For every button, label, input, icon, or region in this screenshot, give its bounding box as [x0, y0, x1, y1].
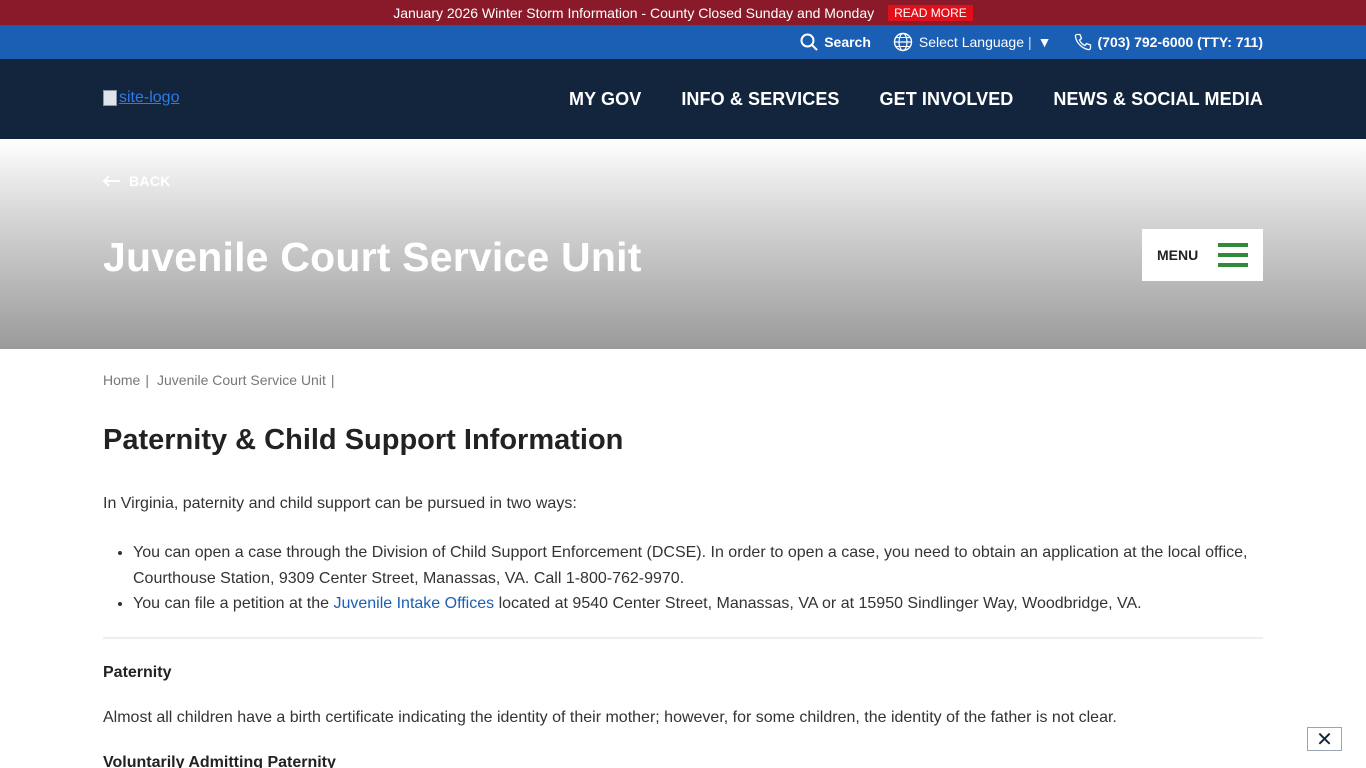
juvenile-intake-offices-link[interactable]: Juvenile Intake Offices: [333, 595, 494, 612]
ways-list: You can open a case through the Division…: [133, 540, 1263, 617]
nav-news-social-media[interactable]: NEWS & SOCIAL MEDIA: [1053, 89, 1263, 110]
page-title: Paternity & Child Support Information: [103, 424, 624, 456]
breadcrumb-separator: |: [330, 372, 335, 388]
menu-label: MENU: [1157, 247, 1199, 263]
alert-text: January 2026 Winter Storm Information - …: [393, 4, 875, 21]
language-label: Select Language: [918, 34, 1024, 50]
list-item: You can open a case through the Division…: [133, 540, 1263, 591]
utility-bar: Search Select Language | ▼ (703) 792-600…: [0, 25, 1366, 59]
chevron-down-icon: ▼: [1037, 34, 1052, 50]
back-button[interactable]: BACK: [103, 173, 171, 189]
nav-get-involved[interactable]: GET INVOLVED: [880, 89, 1014, 110]
nav-info-services[interactable]: INFO & SERVICES: [681, 89, 839, 110]
phone-number: (703) 792-6000 (TTY: 711): [1097, 34, 1264, 50]
language-select[interactable]: Select Language | ▼: [893, 32, 1052, 52]
phone-icon: [1074, 33, 1091, 51]
breadcrumb-separator: |: [145, 372, 149, 388]
nav-my-gov[interactable]: MY GOV: [569, 89, 641, 110]
main-nav: site-logo MY GOV INFO & SERVICES GET INV…: [0, 59, 1366, 139]
search-label: Search: [824, 34, 871, 50]
breadcrumb-juvenile-court[interactable]: Juvenile Court Service Unit: [157, 372, 326, 388]
list-item: You can file a petition at the Juvenile …: [133, 591, 1263, 617]
language-separator: |: [1028, 34, 1032, 50]
paternity-heading: Paternity: [103, 663, 172, 681]
paternity-paragraph: Almost all children have a birth certifi…: [103, 708, 1117, 726]
alert-bar: January 2026 Winter Storm Information - …: [0, 0, 1366, 25]
close-button[interactable]: ✕: [1307, 727, 1342, 751]
hamburger-icon: [1218, 243, 1248, 267]
hero-banner: BACK Juvenile Court Service Unit MENU: [0, 139, 1366, 349]
bullet2-text-after: located at 9540 Center Street, Manassas,…: [494, 595, 1142, 612]
site-logo[interactable]: site-logo: [103, 89, 179, 107]
search-icon: [800, 33, 818, 51]
section-divider: [103, 636, 1263, 639]
search-button[interactable]: Search: [800, 33, 871, 51]
voluntary-paternity-heading: Voluntarily Admitting Paternity: [103, 753, 336, 768]
hero-title: Juvenile Court Service Unit: [103, 234, 642, 280]
intro-paragraph: In Virginia, paternity and child support…: [103, 495, 577, 512]
main-content: Home | Juvenile Court Service Unit | Pat…: [0, 372, 1366, 768]
bullet2-text-before: You can file a petition at the: [133, 595, 334, 612]
menu-button[interactable]: MENU: [1142, 229, 1263, 281]
close-icon: ✕: [1316, 728, 1333, 751]
nav-links: MY GOV INFO & SERVICES GET INVOLVED NEWS…: [529, 89, 1263, 110]
breadcrumb: Home | Juvenile Court Service Unit |: [103, 372, 1263, 388]
arrow-left-icon: [103, 175, 120, 187]
globe-icon: [893, 32, 913, 52]
breadcrumb-home[interactable]: Home: [103, 372, 140, 388]
read-more-button[interactable]: READ MORE: [888, 4, 973, 21]
back-label: BACK: [129, 173, 171, 189]
broken-image-icon: [103, 90, 117, 106]
phone-link[interactable]: (703) 792-6000 (TTY: 711): [1074, 33, 1264, 51]
logo-alt-text: site-logo: [119, 89, 180, 106]
